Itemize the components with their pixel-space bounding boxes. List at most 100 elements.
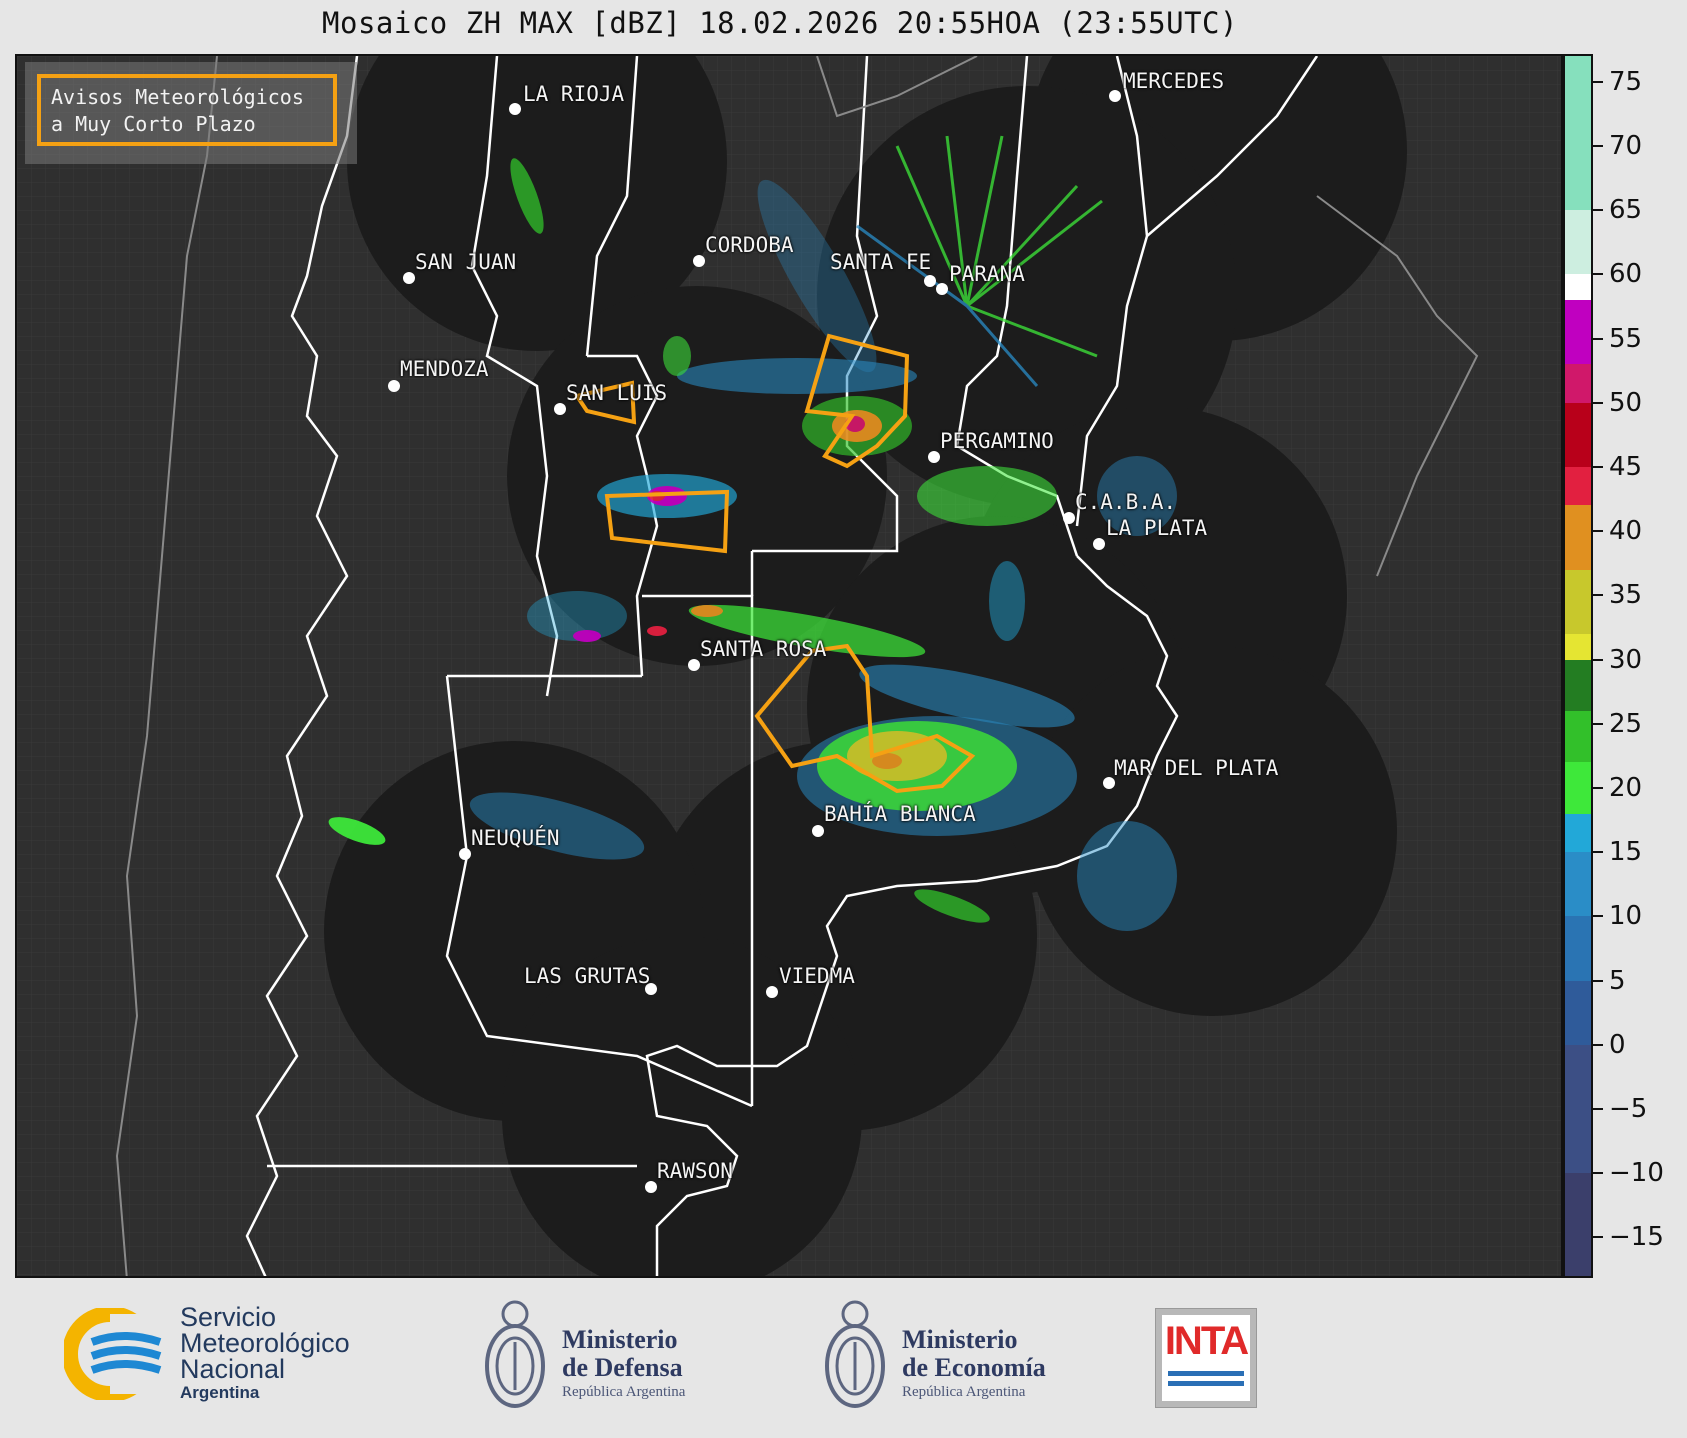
city-label-mar-del-plata: MAR DEL PLATA	[1114, 756, 1279, 780]
economia-line-3: República Argentina	[902, 1384, 1026, 1400]
smn-line-1: Servicio	[180, 1302, 277, 1332]
colorbar-tick-label: 50	[1609, 387, 1643, 418]
reflectivity-colorbar	[1563, 54, 1593, 1278]
city-label-neuquen: NEUQUÉN	[471, 826, 560, 850]
colorbar-ticks: 75 70 65 60 55 50 45 40 35 30 25 20 15 10 5 0 −5 −10 −15	[1593, 54, 1687, 1278]
colorbar-tick-label: 70	[1609, 130, 1643, 161]
city-label-mercedes: MERCEDES	[1123, 69, 1225, 93]
colorbar-tick-label: 20	[1609, 773, 1643, 803]
city-label-la-plata: LA PLATA	[1106, 516, 1208, 540]
colorbar-segment	[1565, 505, 1591, 570]
colorbar-tick-label: 5	[1609, 965, 1626, 996]
colorbar-tick	[1593, 1108, 1603, 1111]
smn-line-2: Meteorológico	[180, 1328, 350, 1358]
colorbar-tick	[1593, 851, 1603, 854]
colorbar-segment	[1565, 56, 1591, 211]
colorbar-segment	[1565, 813, 1591, 853]
city-label-santa-rosa: SANTA ROSA	[700, 637, 827, 661]
colorbar-segment	[1565, 980, 1591, 1045]
colorbar-segment	[1565, 916, 1591, 981]
defensa-line-3: República Argentina	[562, 1384, 686, 1400]
colorbar-segment	[1565, 466, 1591, 506]
economia-line-2: de Economía	[902, 1353, 1046, 1382]
inta-logo-panel: INTA	[1162, 1315, 1250, 1401]
legend-line-2: a Muy Corto Plazo	[51, 112, 256, 136]
colorbar-tick	[1593, 530, 1603, 533]
colorbar-tick	[1593, 1172, 1603, 1175]
colorbar-tick-label: 35	[1609, 580, 1643, 611]
city-label-rawson: RAWSON	[657, 1159, 733, 1183]
radar-map[interactable]: Avisos Meteorológicos a Muy Corto Plazo …	[15, 54, 1563, 1278]
colorbar-tick	[1593, 337, 1603, 340]
colorbar-segment	[1565, 659, 1591, 711]
colorbar-tick	[1593, 1043, 1603, 1046]
colorbar-tick	[1593, 80, 1603, 83]
colorbar-segment	[1565, 762, 1591, 814]
colorbar-tick	[1593, 594, 1603, 597]
city-label-las-grutas: LAS GRUTAS	[524, 964, 651, 988]
colorbar-tick-label: 65	[1609, 195, 1643, 226]
warning-legend-frame: Avisos Meteorológicos a Muy Corto Plazo	[37, 74, 337, 146]
colorbar-segment	[1565, 569, 1591, 634]
city-label-caba: C.A.B.A.	[1075, 490, 1177, 514]
colorbar-tick	[1593, 401, 1603, 404]
colorbar-segment	[1565, 710, 1591, 763]
city-label-santa-fe: SANTA FE	[830, 250, 932, 274]
colorbar-tick	[1593, 273, 1603, 276]
defensa-line-2: de Defensa	[562, 1353, 683, 1382]
warning-legend: Avisos Meteorológicos a Muy Corto Plazo	[25, 62, 357, 164]
colorbar-tick	[1593, 979, 1603, 982]
colorbar-tick-label: 55	[1609, 323, 1643, 354]
colorbar-tick-label: −15	[1609, 1222, 1664, 1253]
colorbar-tick	[1593, 915, 1603, 918]
colorbar-tick-label: 10	[1609, 901, 1643, 932]
colorbar-segment	[1565, 274, 1591, 300]
colorbar-segment	[1565, 364, 1591, 403]
defensa-name: Ministerio de Defensa República Argentin…	[562, 1326, 685, 1402]
colorbar-segment	[1565, 633, 1591, 660]
colorbar-tick-label: 30	[1609, 644, 1643, 675]
colorbar-tick	[1593, 144, 1603, 147]
smn-line-4: Argentina	[180, 1383, 260, 1402]
colorbar-tick-label: −5	[1609, 1094, 1648, 1125]
colorbar-tick	[1593, 209, 1603, 212]
smn-logo	[62, 1306, 174, 1402]
footer-logos: Servicio Meteorológico Nacional Argentin…	[0, 1278, 1687, 1438]
colorbar-segment	[1565, 300, 1591, 365]
legend-line-1: Avisos Meteorológicos	[51, 85, 304, 109]
colorbar-segment	[1565, 852, 1591, 917]
colorbar-tick-label: 15	[1609, 837, 1643, 868]
smn-line-3: Nacional	[180, 1354, 286, 1384]
city-label-san-luis: SAN LUIS	[566, 381, 668, 405]
city-label-viedma: VIEDMA	[779, 964, 855, 988]
inta-wordmark: INTA	[1164, 1319, 1249, 1363]
city-label-pergamino: PERGAMINO	[940, 429, 1054, 453]
defensa-coat-of-arms-icon	[478, 1296, 552, 1416]
colorbar-tick-label: 0	[1609, 1029, 1626, 1060]
colorbar-tick	[1593, 465, 1603, 468]
city-label-san-juan: SAN JUAN	[415, 250, 517, 274]
economia-line-1: Ministerio	[902, 1325, 1018, 1354]
colorbar-segment	[1565, 1173, 1591, 1276]
city-label-cordoba: CORDOBA	[705, 233, 794, 257]
economia-name: Ministerio de Economía República Argenti…	[902, 1326, 1046, 1402]
colorbar-tick-label: 40	[1609, 516, 1643, 547]
defensa-line-1: Ministerio	[562, 1325, 678, 1354]
economia-coat-of-arms-icon	[818, 1296, 892, 1416]
city-label-mendoza: MENDOZA	[400, 357, 489, 381]
map-title: Mosaico ZH MAX [dBZ] 18.02.2026 20:55HOA…	[322, 6, 1238, 40]
colorbar-tick-label: 60	[1609, 259, 1643, 290]
colorbar-segment	[1565, 210, 1591, 275]
colorbar-tick-label: 45	[1609, 451, 1643, 482]
colorbar-tick	[1593, 658, 1603, 661]
colorbar-segment	[1565, 402, 1591, 467]
colorbar-tick-label: −10	[1609, 1158, 1664, 1189]
colorbar-tick	[1593, 787, 1603, 789]
colorbar-tick-label: 25	[1609, 708, 1643, 739]
colorbar-tick	[1593, 722, 1603, 725]
inta-bar-1	[1168, 1371, 1244, 1376]
smn-name: Servicio Meteorológico Nacional Argentin…	[180, 1304, 350, 1404]
colorbar-tick	[1593, 1236, 1603, 1239]
city-label-bahia-blanca: BAHÍA BLANCA	[824, 802, 976, 826]
colorbar-tick-label: 75	[1609, 66, 1643, 97]
